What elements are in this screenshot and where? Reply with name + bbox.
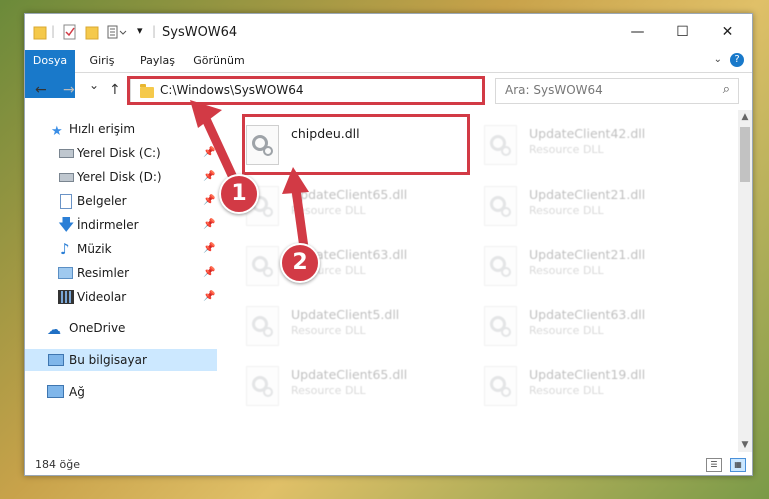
step-1-badge: 1 <box>219 174 259 214</box>
step-2-badge: 2 <box>280 243 320 283</box>
callout-arrows <box>190 100 310 256</box>
arrowhead-2 <box>282 167 309 194</box>
